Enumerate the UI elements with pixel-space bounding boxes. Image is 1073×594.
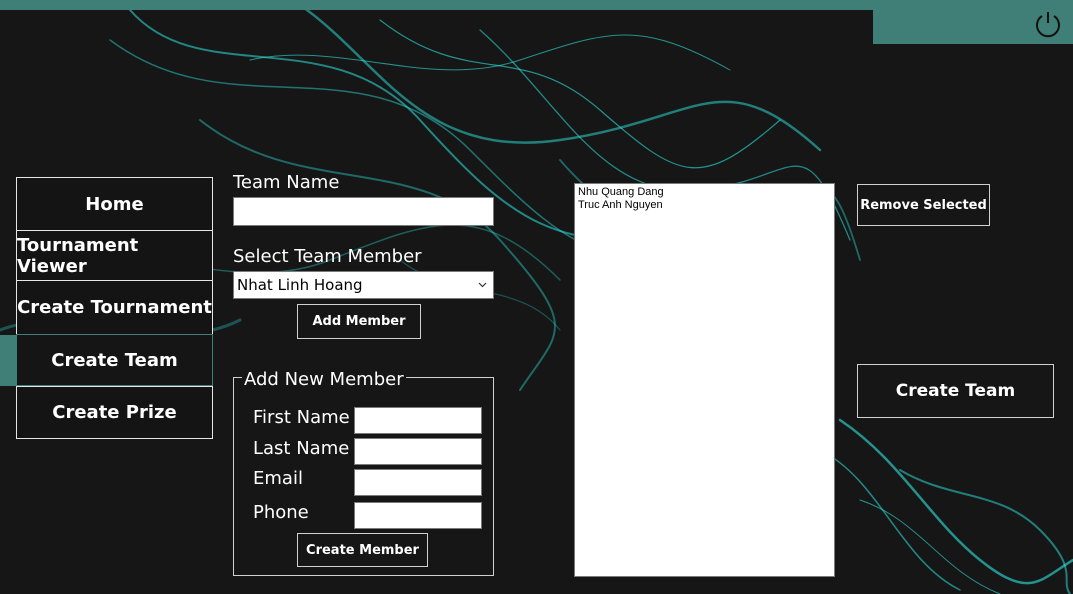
remove-selected-button-label: Remove Selected	[860, 197, 987, 213]
nav-tournament-viewer-label: Tournament Viewer	[17, 234, 139, 277]
nav-create-team-button[interactable]: Create Team	[16, 334, 213, 386]
create-member-button-label: Create Member	[306, 542, 419, 558]
nav-home-button[interactable]: Home	[16, 177, 213, 231]
list-item[interactable]: Nhu Quang Dang	[578, 186, 831, 199]
create-team-button[interactable]: Create Team	[857, 364, 1054, 418]
nav-create-tournament-label: Create Tournament	[17, 297, 212, 318]
last-name-input[interactable]	[354, 438, 482, 465]
create-team-button-label: Create Team	[895, 381, 1016, 401]
email-input[interactable]	[354, 469, 482, 496]
email-label: Email	[253, 468, 303, 489]
team-members-listbox[interactable]: Nhu Quang Dang Truc Anh Nguyen	[574, 183, 835, 577]
team-name-input[interactable]	[233, 197, 494, 226]
team-name-label: Team Name	[233, 172, 340, 193]
team-member-dropdown-value: Nhat Linh Hoang	[237, 276, 363, 294]
nav-home-label: Home	[85, 193, 144, 215]
select-team-member-label: Select Team Member	[233, 246, 422, 267]
nav-tournament-viewer-button[interactable]: Tournament Viewer	[16, 230, 213, 281]
list-item[interactable]: Truc Anh Nguyen	[578, 199, 831, 212]
nav-create-prize-label: Create Prize	[52, 402, 177, 423]
power-icon[interactable]	[1033, 9, 1063, 39]
add-member-button-label: Add Member	[312, 314, 406, 329]
nav-create-prize-button[interactable]: Create Prize	[16, 386, 213, 439]
phone-input[interactable]	[354, 502, 482, 529]
first-name-input[interactable]	[354, 407, 482, 434]
team-member-dropdown[interactable]: Nhat Linh Hoang	[233, 271, 494, 299]
chevron-down-icon	[478, 282, 487, 288]
add-new-member-legend: Add New Member	[242, 369, 406, 390]
nav-create-team-label: Create Team	[51, 349, 178, 371]
nav-create-tournament-button[interactable]: Create Tournament	[16, 280, 213, 335]
phone-label: Phone	[253, 502, 309, 523]
add-member-button[interactable]: Add Member	[297, 304, 421, 339]
last-name-label: Last Name	[253, 438, 350, 459]
create-member-button[interactable]: Create Member	[297, 533, 428, 567]
first-name-label: First Name	[253, 407, 350, 428]
remove-selected-button[interactable]: Remove Selected	[857, 184, 990, 226]
